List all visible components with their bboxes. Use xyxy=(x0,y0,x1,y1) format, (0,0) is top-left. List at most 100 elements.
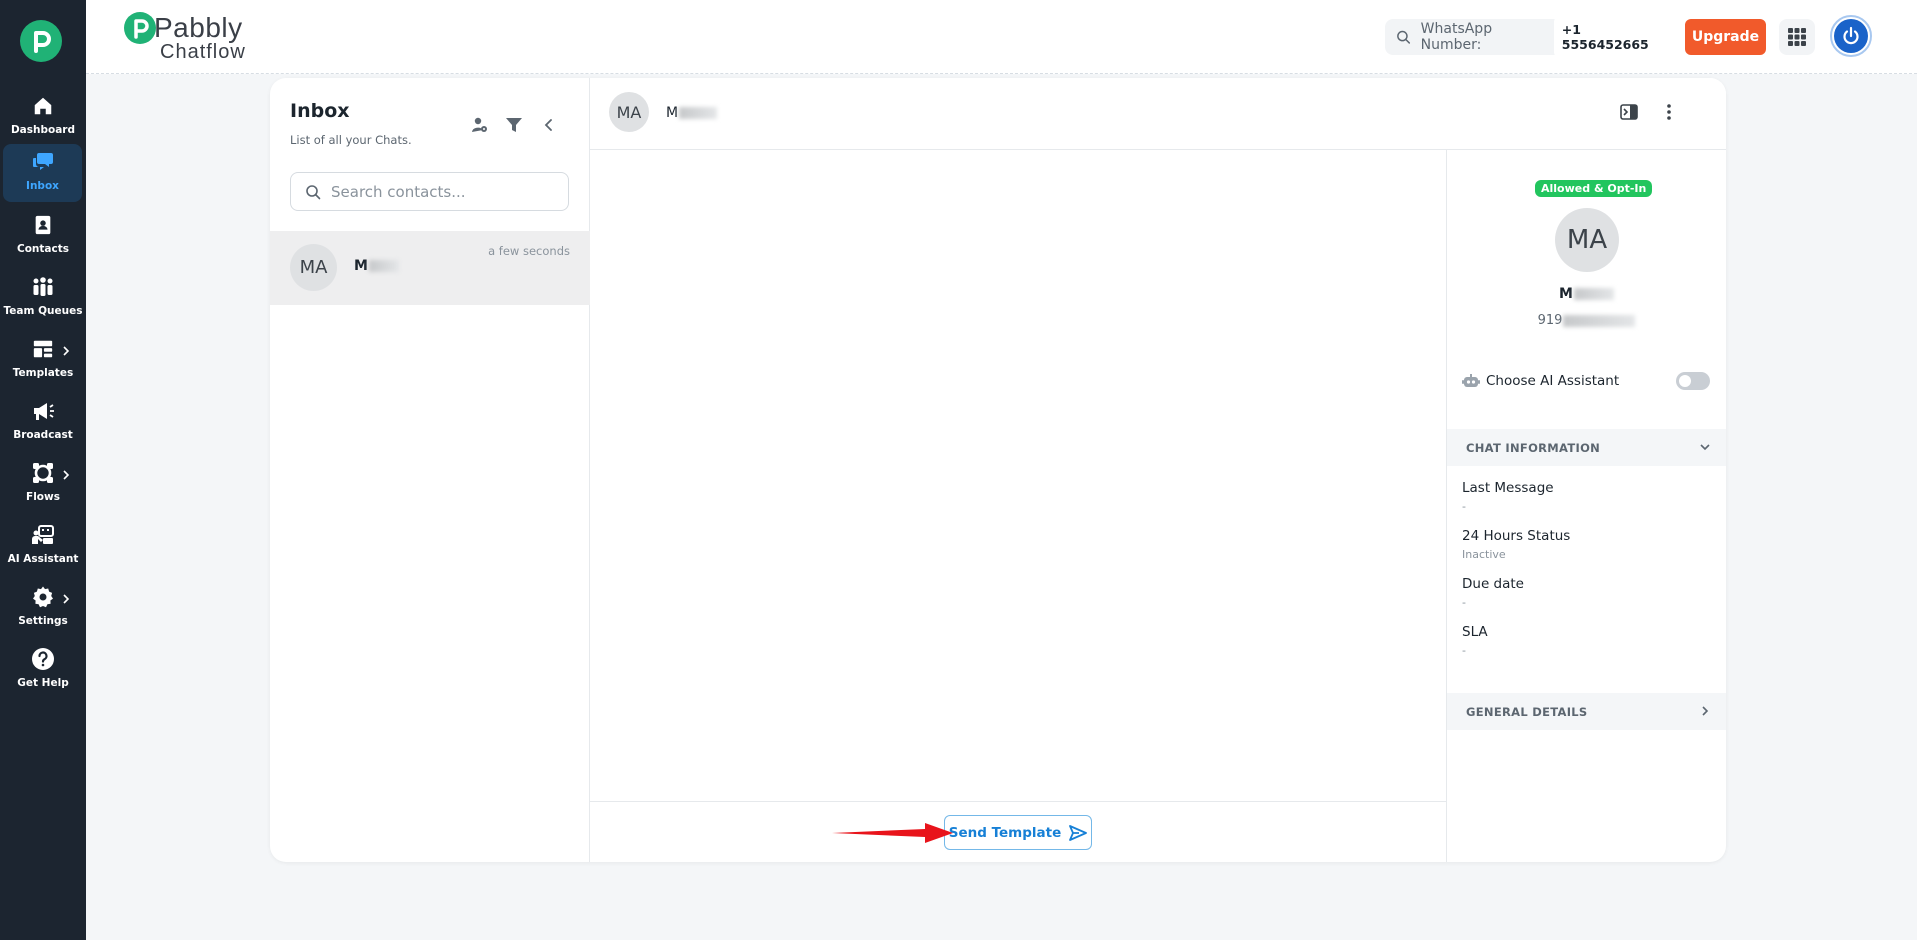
contact-book-icon xyxy=(31,213,55,237)
conversation-footer: Send Template xyxy=(590,801,1447,862)
redacted-text xyxy=(679,107,718,119)
search-icon xyxy=(306,184,321,199)
general-details-heading: GENERAL DETAILS xyxy=(1466,704,1588,719)
top-header: Pabbly Chatflow WhatsApp Number: +1 5556… xyxy=(86,0,1917,74)
conversation-contact-name-text: M xyxy=(666,105,679,121)
sidebar-item-label: Team Queues xyxy=(3,305,83,317)
conversation-header: MA M xyxy=(590,78,1726,150)
inbox-card: Inbox List of all your Chats. MA M a few… xyxy=(270,78,1726,862)
whatsapp-number-label: WhatsApp Number: xyxy=(1420,21,1493,53)
contact-phone: 919 xyxy=(1447,313,1726,328)
ai-assistant-icon xyxy=(31,523,55,547)
sidebar-item-dashboard[interactable]: Dashboard xyxy=(0,88,86,146)
brand-p-icon xyxy=(124,12,156,44)
template-icon xyxy=(31,337,55,361)
sidebar-item-label: AI Assistant xyxy=(7,553,79,565)
info-value-24-hours-status: Inactive xyxy=(1462,548,1506,561)
redacted-text xyxy=(1573,288,1614,300)
chevron-right-icon xyxy=(1702,706,1709,716)
gear-icon xyxy=(31,585,55,609)
megaphone-icon xyxy=(31,399,55,423)
general-details-section-header[interactable]: GENERAL DETAILS xyxy=(1447,693,1726,730)
pabbly-logo-icon[interactable] xyxy=(20,20,62,62)
robot-icon xyxy=(1462,374,1480,387)
contact-name-text: M xyxy=(1559,286,1573,302)
ai-assistant-row: Choose AI Assistant xyxy=(1462,371,1710,391)
sidebar-item-label: Dashboard xyxy=(10,124,76,136)
status-badge: Allowed & Opt-In xyxy=(1535,180,1653,197)
brand-logo[interactable]: Pabbly Chatflow xyxy=(124,12,254,64)
ai-assistant-toggle[interactable] xyxy=(1676,372,1710,390)
home-icon xyxy=(31,94,55,118)
sidebar-item-flows[interactable]: Flows xyxy=(0,455,86,513)
send-template-button[interactable]: Send Template xyxy=(944,815,1092,850)
conversation-contact-name: M xyxy=(666,105,718,121)
sidebar-item-contacts[interactable]: Contacts xyxy=(0,207,86,265)
info-label-last-message: Last Message xyxy=(1462,480,1554,496)
sidebar-item-team-queues[interactable]: Team Queues xyxy=(0,269,86,327)
chat-information-section-header[interactable]: CHAT INFORMATION xyxy=(1447,429,1726,466)
apps-grid-icon xyxy=(1788,28,1806,46)
help-icon xyxy=(31,647,55,671)
avatar: MA xyxy=(1555,208,1619,272)
chevron-right-icon xyxy=(63,470,70,480)
chat-timestamp: a few seconds xyxy=(488,244,570,258)
chat-bubbles-icon xyxy=(31,150,55,174)
info-label-24-hours-status: 24 Hours Status xyxy=(1462,528,1571,544)
flows-icon xyxy=(31,461,55,485)
search-input[interactable] xyxy=(331,182,551,201)
toggle-details-panel-icon[interactable] xyxy=(1619,102,1639,122)
inbox-title: Inbox xyxy=(290,100,350,122)
filter-icon[interactable] xyxy=(503,114,525,136)
contact-details-panel: Allowed & Opt-In MA M 919 Choose AI Assi… xyxy=(1447,150,1726,862)
contact-phone-text: 919 xyxy=(1537,313,1563,328)
sidebar-item-templates[interactable]: Templates xyxy=(0,331,86,389)
sidebar-item-ai-assistant[interactable]: AI Assistant xyxy=(0,517,86,575)
conversation-panel: MA M Send Template xyxy=(590,78,1726,862)
user-avatar-button[interactable] xyxy=(1830,15,1872,57)
chat-list-item[interactable]: MA M a few seconds xyxy=(270,231,590,305)
sidebar-item-settings[interactable]: Settings xyxy=(0,579,86,637)
send-template-label: Send Template xyxy=(948,824,1062,841)
inbox-subtitle: List of all your Chats. xyxy=(290,133,412,147)
sidebar-item-get-help[interactable]: Get Help xyxy=(0,641,86,699)
chevron-right-icon xyxy=(63,346,70,356)
sidebar-item-inbox[interactable]: Inbox xyxy=(3,144,82,202)
power-icon xyxy=(1834,19,1868,53)
avatar: MA xyxy=(290,244,337,291)
sidebar-item-label: Inbox xyxy=(26,180,59,192)
chevron-right-icon xyxy=(63,594,70,604)
chevron-down-icon xyxy=(1700,444,1710,451)
contact-search[interactable] xyxy=(290,172,569,211)
chat-information-heading: CHAT INFORMATION xyxy=(1466,440,1601,455)
info-value-sla: - xyxy=(1462,644,1466,657)
apps-grid-button[interactable] xyxy=(1779,19,1815,55)
info-label-due-date: Due date xyxy=(1462,576,1524,592)
avatar: MA xyxy=(609,92,649,132)
redacted-text xyxy=(1563,314,1636,327)
sidebar-item-label: Flows xyxy=(26,491,60,503)
sidebar-item-label: Templates xyxy=(12,367,74,379)
sidebar-item-label: Contacts xyxy=(17,243,69,255)
sidebar: Dashboard Inbox Contacts Team Queues Tem… xyxy=(0,0,86,940)
chat-contact-name-text: M xyxy=(354,258,368,274)
sidebar-item-label: Settings xyxy=(18,615,68,627)
chat-contact-name: M xyxy=(354,258,399,274)
whatsapp-number-selector[interactable]: WhatsApp Number: +1 5556452665 xyxy=(1385,16,1671,58)
collapse-chevron-left-icon[interactable] xyxy=(538,114,560,136)
upgrade-button[interactable]: Upgrade xyxy=(1685,19,1766,55)
contact-name: M xyxy=(1447,286,1726,302)
annotation-arrow-icon xyxy=(832,823,953,843)
more-options-icon[interactable] xyxy=(1659,102,1679,122)
sidebar-item-broadcast[interactable]: Broadcast xyxy=(0,393,86,451)
brand-subtitle: Chatflow xyxy=(160,41,246,63)
brand-name: Pabbly xyxy=(154,12,243,43)
info-label-sla: SLA xyxy=(1462,624,1488,640)
ai-assistant-label: Choose AI Assistant xyxy=(1486,373,1620,389)
sidebar-item-label: Get Help xyxy=(17,677,69,689)
team-icon xyxy=(31,275,55,299)
search-icon xyxy=(1397,30,1411,44)
inbox-panel: Inbox List of all your Chats. MA M a few… xyxy=(270,78,590,862)
info-value-last-message: - xyxy=(1462,500,1466,513)
assign-user-icon[interactable] xyxy=(468,114,490,136)
